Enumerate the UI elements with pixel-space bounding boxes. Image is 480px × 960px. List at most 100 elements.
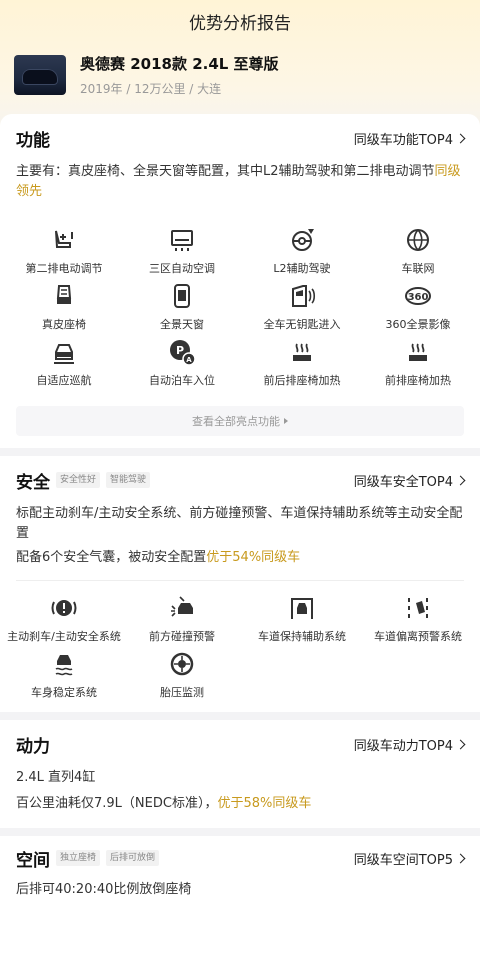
feature-label: 车联网: [401, 262, 435, 275]
space-top-link[interactable]: 同级车空间TOP5: [353, 849, 466, 868]
feature-label: 真皮座椅: [42, 318, 86, 331]
power-seat-icon: [55, 230, 73, 248]
feature-item[interactable]: 车联网: [358, 226, 478, 276]
feature-label: 三区自动空调: [149, 262, 215, 275]
safety-top-link-label: 同级车安全TOP4: [353, 474, 453, 490]
safety-desc-highlight: 优于54%同级车: [206, 550, 301, 565]
view-all-features-label: 查看全部亮点功能: [192, 415, 280, 428]
keyless-entry-icon: [292, 285, 316, 307]
feature-item[interactable]: L2辅助驾驶: [242, 226, 362, 276]
feature-item[interactable]: 车身稳定系统: [4, 650, 124, 700]
space-top-link-label: 同级车空间TOP5: [353, 852, 453, 868]
space-title-row: 空间 独立座椅 后排可放倒: [16, 846, 160, 871]
feature-label: 主动刹车/主动安全系统: [7, 630, 121, 643]
feature-label: 全景天窗: [160, 318, 204, 331]
view-all-features-button[interactable]: 查看全部亮点功能: [16, 406, 464, 436]
chevron-right-icon: [455, 133, 466, 143]
panoramic-sunroof-icon: [174, 284, 190, 308]
safety-desc-main: 配备6个安全气囊，被动安全配置: [16, 550, 207, 565]
feature-item[interactable]: 车道偏离预警系统: [358, 594, 478, 644]
feature-label: 自适应巡航: [36, 374, 92, 387]
feature-item[interactable]: 前方碰撞预警: [122, 594, 242, 644]
feature-label: 360全景影像: [385, 318, 451, 331]
feature-item[interactable]: 真皮座椅: [4, 282, 124, 332]
feature-label: 前方碰撞预警: [149, 630, 215, 643]
feature-label: 车道保持辅助系统: [258, 630, 346, 643]
power-top-link[interactable]: 同级车动力TOP4: [353, 735, 466, 754]
feature-label: 全车无钥匙进入: [263, 318, 341, 331]
space-card: 空间 独立座椅 后排可放倒 同级车空间TOP5 后排可40:20:40比例放倒座…: [0, 836, 480, 960]
air-conditioner-icon: [171, 230, 193, 251]
leather-seat-icon: [56, 285, 72, 304]
feature-item[interactable]: 车道保持辅助系统: [242, 594, 362, 644]
front-seat-heating-icon: [409, 343, 427, 361]
active-brake-icon: [51, 600, 77, 616]
feature-item[interactable]: 前排座椅加热: [358, 338, 478, 388]
power-top-link-label: 同级车动力TOP4: [353, 738, 453, 754]
feature-item[interactable]: 自适应巡航: [4, 338, 124, 388]
feature-label: 胎压监测: [160, 686, 204, 699]
feature-item[interactable]: PA 自动泊车入位: [122, 338, 242, 388]
function-title: 功能: [16, 130, 50, 151]
feature-label: 前排座椅加热: [385, 374, 451, 387]
triangle-right-icon: [284, 418, 288, 424]
page-title: 优势分析报告: [189, 13, 291, 34]
safety-top-link[interactable]: 同级车安全TOP4: [353, 471, 466, 490]
feature-item[interactable]: 三区自动空调: [122, 226, 242, 276]
feature-label: 车道偏离预警系统: [374, 630, 462, 643]
feature-item[interactable]: 前后排座椅加热: [242, 338, 362, 388]
function-description: 主要有：真皮座椅、全景天窗等配置，其中L2辅助驾驶和第二排电动调节同级领先: [16, 162, 466, 202]
svg-text:A: A: [186, 356, 192, 364]
feature-item[interactable]: 全景天窗: [122, 282, 242, 332]
feature-item[interactable]: 胎压监测: [122, 650, 242, 700]
power-fuel-description: 百公里油耗仅7.9L（NEDC标准），优于58%同级车: [16, 794, 466, 814]
space-title: 空间: [16, 850, 50, 871]
360-camera-icon: 360: [405, 287, 431, 305]
connected-car-icon: [407, 229, 429, 251]
collision-warning-icon: [171, 596, 193, 617]
safety-tag: 智能驾驶: [106, 472, 151, 488]
power-desc-main: 百公里油耗仅7.9L（NEDC标准），: [16, 796, 218, 811]
car-subtitle: 2019年 / 12万公里 / 大连: [80, 81, 222, 96]
power-card: 动力 同级车动力TOP4 2.4L 直列4缸 百公里油耗仅7.9L（NEDC标准…: [0, 720, 480, 828]
feature-label: 前后排座椅加热: [263, 374, 341, 387]
function-card: 功能 同级车功能TOP4 主要有：真皮座椅、全景天窗等配置，其中L2辅助驾驶和第…: [0, 114, 480, 448]
safety-title-row: 安全 安全性好 智能驾驶: [16, 468, 151, 493]
lane-keep-icon: [291, 598, 313, 619]
tire-pressure-icon: [170, 652, 194, 676]
power-desc-highlight: 优于58%同级车: [217, 796, 312, 811]
seat-heating-icon: [293, 343, 311, 361]
function-top-link[interactable]: 同级车功能TOP4: [354, 129, 466, 148]
adaptive-cruise-icon: [54, 344, 74, 364]
chevron-right-icon: [455, 853, 466, 863]
function-desc-main: 主要有：真皮座椅、全景天窗等配置，其中L2辅助驾驶和第二排电动调节: [16, 164, 435, 179]
stability-control-icon: [55, 655, 73, 676]
feature-label: 自动泊车入位: [149, 374, 215, 387]
feature-item[interactable]: 第二排电动调节: [4, 226, 124, 276]
car-summary[interactable]: 奥德赛 2018款 2.4L 至尊版 2019年 / 12万公里 / 大连: [14, 50, 466, 100]
space-tag: 独立座椅: [56, 850, 101, 866]
power-title: 动力: [16, 736, 50, 757]
feature-item[interactable]: 全车无钥匙进入: [242, 282, 362, 332]
safety-description: 标配主动刹车/主动安全系统、前方碰撞预警、车道保持辅助系统等主动安全配置: [16, 506, 463, 541]
space-description: 后排可40:20:40比例放倒座椅: [16, 882, 192, 897]
feature-label: 车身稳定系统: [31, 686, 97, 699]
space-tag: 后排可放倒: [106, 850, 160, 866]
svg-text:P: P: [176, 344, 184, 357]
divider: [16, 580, 464, 581]
chevron-right-icon: [455, 739, 466, 749]
steering-assist-icon: [292, 229, 314, 251]
feature-item[interactable]: 360 360全景影像: [358, 282, 478, 332]
feature-label: L2辅助驾驶: [273, 262, 331, 275]
safety-tag: 安全性好: [56, 472, 101, 488]
svg-text:360: 360: [408, 292, 429, 303]
feature-item[interactable]: 主动刹车/主动安全系统: [4, 594, 124, 644]
car-thumbnail: [14, 55, 66, 95]
safety-title: 安全: [16, 472, 50, 493]
power-engine: 2.4L 直列4缸: [16, 770, 96, 785]
lane-departure-icon: [408, 598, 428, 618]
auto-parking-icon: PA: [170, 340, 196, 366]
chevron-right-icon: [455, 475, 466, 485]
safety-card: 安全 安全性好 智能驾驶 同级车安全TOP4 标配主动刹车/主动安全系统、前方碰…: [0, 456, 480, 712]
safety-airbag-description: 配备6个安全气囊，被动安全配置优于54%同级车: [16, 548, 466, 568]
